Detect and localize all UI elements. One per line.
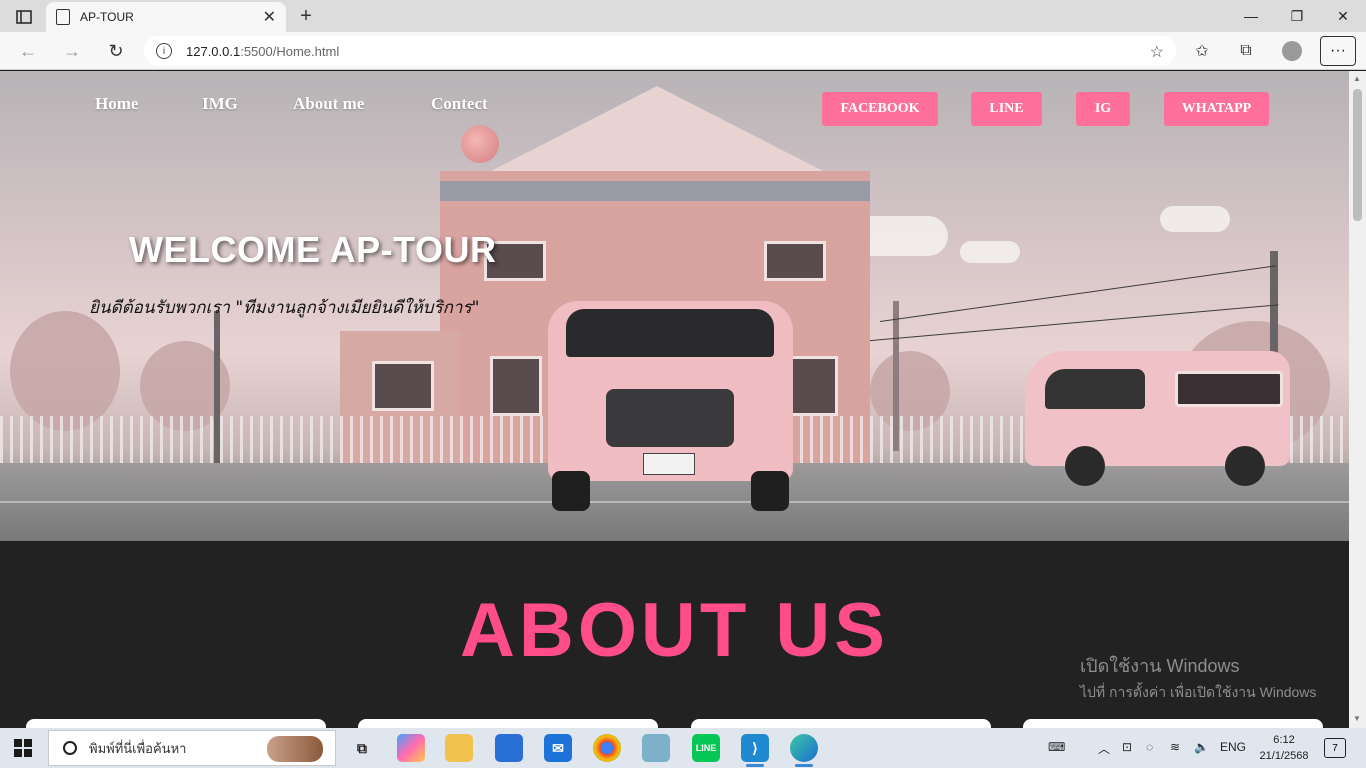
close-tab-icon[interactable]: ✕	[263, 7, 276, 27]
favorites-icon[interactable]: ✩	[1188, 38, 1216, 64]
house-window	[490, 356, 542, 416]
tab-actions-icon[interactable]	[10, 6, 38, 28]
taskbar-search[interactable]: พิมพ์ที่นี่เพื่อค้นหา	[48, 730, 336, 766]
power-line	[879, 265, 1277, 322]
nav-contect[interactable]: Contect	[431, 94, 488, 114]
tab-title: AP-TOUR	[80, 10, 134, 24]
language-indicator[interactable]: ENG	[1220, 740, 1246, 754]
license-plate	[643, 453, 695, 475]
tree	[10, 311, 120, 431]
scrollbar-thumb[interactable]	[1353, 89, 1362, 221]
copilot-icon[interactable]	[397, 734, 425, 762]
browser-tab-bar: AP-TOUR ✕ + — ❐ ✕	[0, 0, 1366, 32]
store-icon[interactable]	[495, 734, 523, 762]
scroll-up-arrow-icon[interactable]: ▲	[1353, 74, 1361, 83]
cloud	[1160, 206, 1230, 232]
about-card	[358, 719, 658, 728]
about-card	[691, 719, 991, 728]
hero-banner: Home IMG About me Contect FACEBOOK LINE …	[0, 71, 1349, 541]
about-card	[1023, 719, 1323, 728]
house-roof-edge	[440, 181, 870, 201]
notification-center-button[interactable]: 7	[1324, 738, 1346, 758]
url-text: 127.0.0.1:5500/Home.html	[186, 43, 340, 59]
address-toolbar: ← → ↻ i 127.0.0.1:5500/Home.html ☆ ✩ ⧉ ·…	[0, 32, 1366, 70]
keyboard-icon[interactable]: ⌨	[1048, 740, 1065, 754]
wifi-icon[interactable]: ≋	[1170, 740, 1180, 754]
close-window-button[interactable]: ✕	[1320, 0, 1366, 32]
welcome-heading: WELCOME AP-TOUR	[129, 229, 497, 270]
cloud	[960, 241, 1020, 263]
chrome-icon[interactable]	[593, 734, 621, 762]
facebook-button[interactable]: FACEBOOK	[822, 92, 938, 126]
whatapp-button[interactable]: WHATAPP	[1164, 92, 1269, 126]
about-card	[26, 719, 326, 728]
ig-button[interactable]: IG	[1076, 92, 1130, 126]
back-button[interactable]: ←	[14, 38, 42, 64]
house-window	[372, 361, 434, 411]
network-icon[interactable]: ◌	[1146, 740, 1153, 754]
vscode-icon[interactable]: ⟩	[741, 734, 769, 762]
more-options-button[interactable]: ···	[1320, 36, 1356, 66]
page-viewport: Home IMG About me Contect FACEBOOK LINE …	[0, 71, 1349, 728]
mail-icon[interactable]: ✉	[544, 734, 572, 762]
profile-button[interactable]	[1278, 38, 1306, 64]
start-button[interactable]	[14, 739, 32, 757]
house-window	[786, 356, 838, 416]
line-button[interactable]: LINE	[971, 92, 1042, 126]
minimize-button[interactable]: —	[1228, 0, 1274, 32]
nav-img[interactable]: IMG	[202, 94, 238, 114]
taskbar-clock[interactable]: 6:12 21/1/2568	[1254, 732, 1314, 764]
search-icon	[63, 741, 77, 755]
new-tab-button[interactable]: +	[294, 4, 318, 28]
volume-icon[interactable]: 🔈	[1194, 740, 1209, 754]
task-view-icon[interactable]: ⧉	[348, 734, 376, 762]
watermark-title: เปิดใช้งาน Windows	[1080, 656, 1240, 676]
search-highlight-image	[267, 736, 323, 762]
nav-about-me[interactable]: About me	[293, 94, 364, 114]
vscode-active-indicator	[746, 764, 764, 767]
page-icon	[56, 9, 70, 25]
watermark-subtitle: ไปที่ การตั้งค่า เพื่อเปิดใช้งาน Windows	[1080, 684, 1317, 700]
file-explorer-icon[interactable]	[445, 734, 473, 762]
windows-taskbar: พิมพ์ที่นี่เพื่อค้นหา ⧉ ✉ LINE ⟩ ⌨ ︿ ⊡ ◌…	[0, 728, 1366, 768]
welcome-tagline: ยินดีต้อนรับพวกเรา "ทีมงานลูกจ้างเมียยิน…	[89, 298, 480, 318]
show-hidden-icons-icon[interactable]: ︿	[1098, 740, 1110, 757]
windows-activation-watermark: เปิดใช้งาน Windows ไปที่ การตั้งค่า เพื่…	[1080, 651, 1316, 704]
address-bar[interactable]: i 127.0.0.1:5500/Home.html ☆	[144, 36, 1176, 66]
edge-icon[interactable]	[790, 734, 818, 762]
site-info-icon[interactable]: i	[156, 43, 172, 59]
add-favorite-icon[interactable]: ☆	[1150, 42, 1164, 62]
clock-date: 21/1/2568	[1259, 750, 1309, 762]
restore-button[interactable]: ❐	[1274, 0, 1320, 32]
avatar	[1282, 41, 1302, 61]
pink-van	[548, 301, 793, 511]
refresh-button[interactable]: ↻	[102, 38, 130, 64]
edge-active-indicator	[795, 764, 813, 767]
line-app-icon[interactable]: LINE	[692, 734, 720, 762]
search-placeholder: พิมพ์ที่นี่เพื่อค้นหา	[89, 740, 187, 756]
device-icon[interactable]: ⊡	[1122, 740, 1132, 754]
app-icon[interactable]	[642, 734, 670, 762]
nav-home[interactable]: Home	[95, 94, 138, 114]
house-window	[764, 241, 826, 281]
browser-tab[interactable]: AP-TOUR ✕	[46, 2, 286, 32]
page-scrollbar[interactable]: ▲ ▼	[1349, 71, 1366, 728]
collections-icon[interactable]: ⧉	[1232, 38, 1260, 64]
forward-button[interactable]: →	[58, 38, 86, 64]
scroll-down-arrow-icon[interactable]: ▼	[1353, 714, 1361, 723]
clock-time: 6:12	[1273, 734, 1295, 746]
pink-minibus	[1025, 351, 1290, 491]
